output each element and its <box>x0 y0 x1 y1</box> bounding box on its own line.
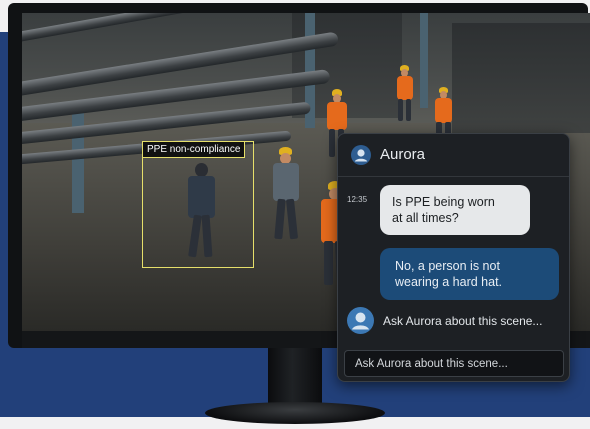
aurora-chat-panel: Aurora 12:35 Is PPE being worn at all ti… <box>337 133 570 382</box>
user-message-bubble: Is PPE being worn at all times? <box>380 185 530 235</box>
chat-header: Aurora <box>338 134 569 177</box>
assistant-message-bubble: No, a person is not wearing a hard hat. <box>380 248 559 300</box>
chat-input[interactable] <box>353 354 557 374</box>
message-text: Is PPE being worn <box>392 195 495 209</box>
person-circle-icon <box>347 307 374 334</box>
support-column <box>420 13 428 108</box>
support-column <box>72 108 84 213</box>
suggested-prompt[interactable]: Ask Aurora about this scene... <box>347 305 569 339</box>
detection-label: PPE non-compliance <box>143 142 246 158</box>
person-circle-icon <box>351 145 371 165</box>
worker <box>394 65 416 123</box>
message-text: No, a person is not <box>395 259 500 273</box>
chat-title: Aurora <box>380 146 426 163</box>
message-timestamp: 12:35 <box>347 195 368 204</box>
worker <box>268 147 304 242</box>
chat-input-container[interactable] <box>344 350 564 377</box>
shelving-rack <box>452 23 590 133</box>
message-text: wearing a hard hat. <box>395 275 503 289</box>
message-text: at all times? <box>392 211 459 225</box>
ppe-detection-box: PPE non-compliance <box>142 141 254 268</box>
monitor-stand-base <box>205 402 385 424</box>
suggested-prompt-text: Ask Aurora about this scene... <box>383 314 543 328</box>
